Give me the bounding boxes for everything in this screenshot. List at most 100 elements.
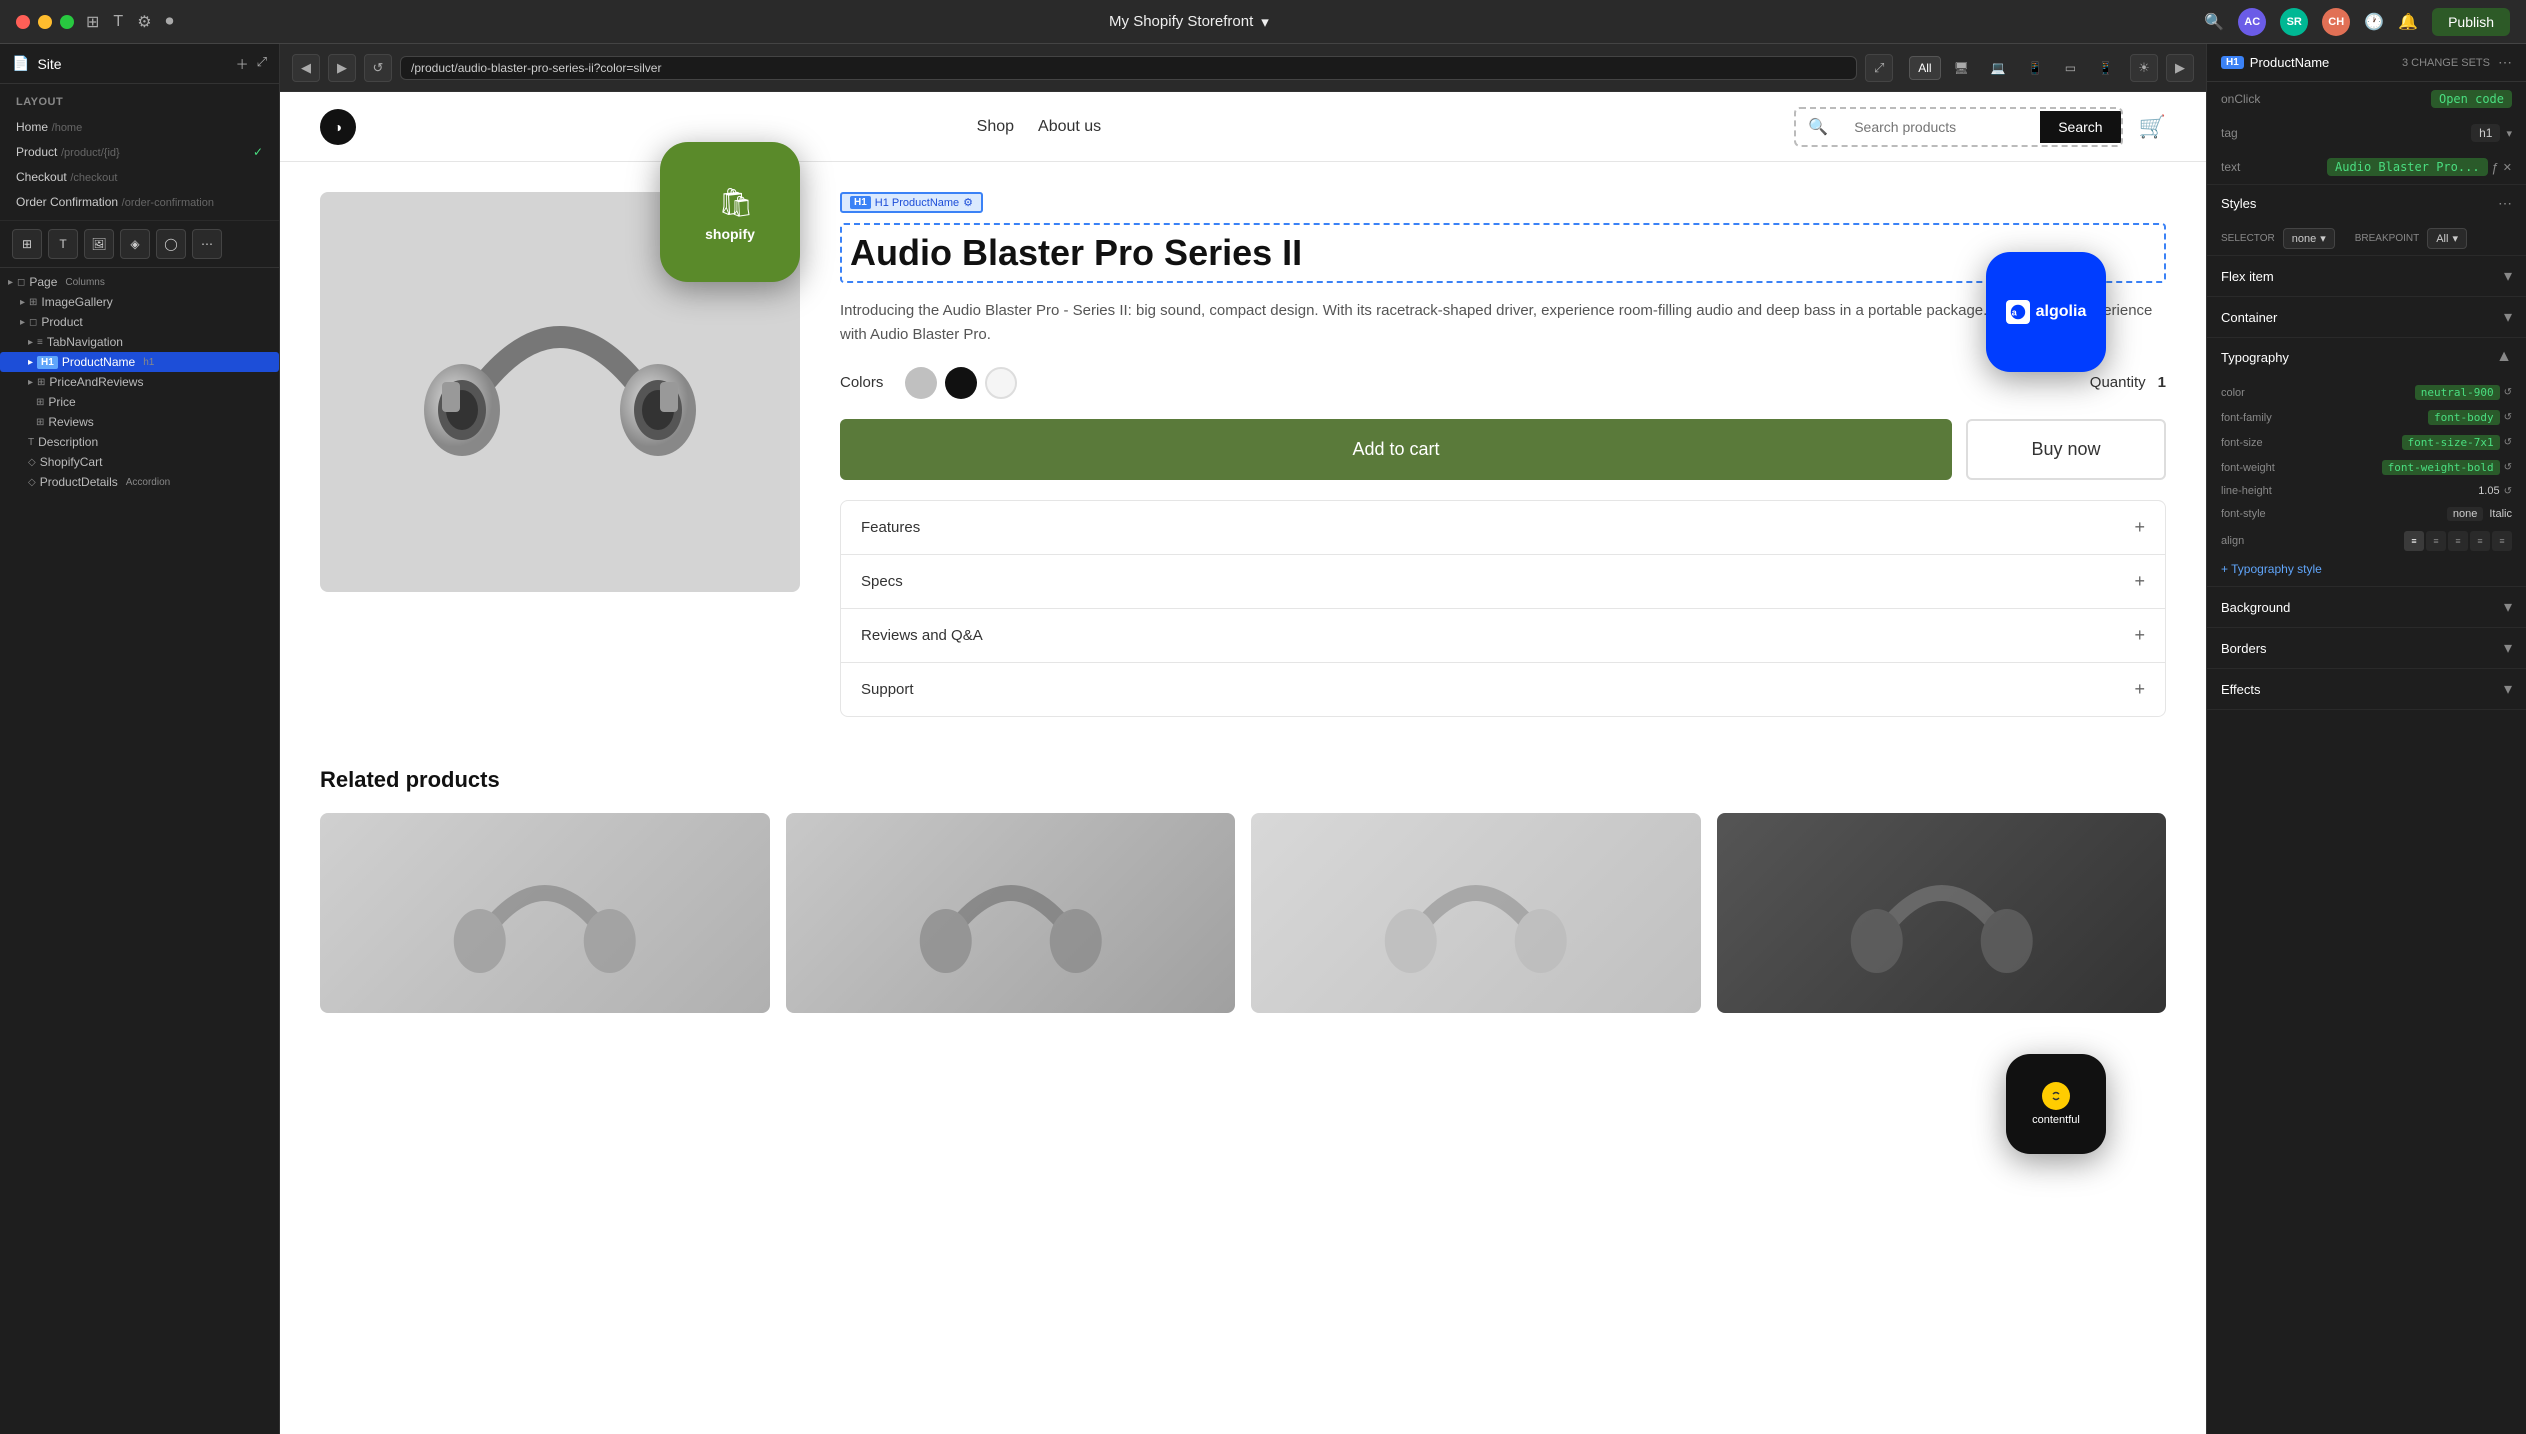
align-justify-button[interactable]: ≡	[2470, 531, 2490, 551]
tree-price[interactable]: ⊞ Price	[0, 392, 279, 412]
align-left-button[interactable]: ≡	[2404, 531, 2424, 551]
record-icon[interactable]: ⏺	[166, 13, 174, 31]
add-to-cart-button[interactable]: Add to cart	[840, 419, 1952, 480]
reset-font-weight-icon[interactable]: ↺	[2504, 462, 2512, 473]
tree-product-name[interactable]: ▸ H1 ProductName h1	[0, 352, 279, 372]
color-value[interactable]: neutral-900	[2415, 385, 2500, 400]
tree-product-details[interactable]: ◇ ProductDetails Accordion	[0, 472, 279, 492]
font-family-value[interactable]: font-body	[2428, 410, 2500, 425]
related-card-4[interactable]	[1717, 813, 2167, 1013]
url-bar[interactable]: /product/audio-blaster-pro-series-ii?col…	[400, 56, 1857, 80]
tool-shapes[interactable]: ◯	[156, 229, 186, 259]
styles-header[interactable]: Styles ⋯	[2207, 185, 2526, 222]
tree-reviews[interactable]: ⊞ Reviews	[0, 412, 279, 432]
view-mobile-button[interactable]: 📱	[2089, 56, 2122, 80]
bell-icon[interactable]: 🔔	[2398, 12, 2418, 32]
nav-home[interactable]: Home /home	[0, 114, 279, 139]
reset-color-icon[interactable]: ↺	[2504, 387, 2512, 398]
close-button[interactable]	[16, 15, 30, 29]
font-style-italic[interactable]: Italic	[2489, 508, 2512, 520]
related-card-1[interactable]	[320, 813, 770, 1013]
accordion-features[interactable]: Features +	[841, 501, 2165, 555]
background-section[interactable]: Background ▾	[2207, 587, 2526, 628]
cart-icon[interactable]: 🛒	[2139, 114, 2166, 140]
container-section[interactable]: Container ▾	[2207, 297, 2526, 338]
reset-font-family-icon[interactable]: ↺	[2504, 412, 2512, 423]
nav-about[interactable]: About us	[1038, 118, 1101, 136]
tool-component[interactable]: ◈	[120, 229, 150, 259]
nav-checkout[interactable]: Checkout /checkout	[0, 164, 279, 189]
avatar-ac[interactable]: AC	[2238, 8, 2266, 36]
settings-icon[interactable]: ⚙	[137, 12, 151, 32]
styles-menu-icon[interactable]: ⋯	[2498, 195, 2512, 212]
font-weight-value[interactable]: font-weight-bold	[2382, 460, 2500, 475]
accordion-reviews[interactable]: Reviews and Q&A +	[841, 609, 2165, 663]
breakpoint-dropdown[interactable]: All ▾	[2427, 228, 2467, 249]
forward-button[interactable]: ▶	[328, 54, 356, 82]
flex-item-section[interactable]: Flex item ▾	[2207, 256, 2526, 297]
search-button[interactable]: Search	[2040, 111, 2120, 143]
publish-button[interactable]: Publish	[2432, 8, 2510, 36]
swatch-silver[interactable]	[905, 367, 937, 399]
settings-icon[interactable]: ⚙	[963, 196, 973, 209]
dropdown-icon[interactable]: ▾	[1261, 13, 1269, 31]
nav-shop[interactable]: Shop	[977, 118, 1014, 136]
tree-shopify-cart[interactable]: ◇ ShopifyCart	[0, 452, 279, 472]
accordion-specs[interactable]: Specs +	[841, 555, 2165, 609]
typography-header[interactable]: Typography ▲	[2207, 338, 2526, 376]
view-all-button[interactable]: All	[1909, 56, 1940, 80]
add-icon[interactable]: ＋	[236, 54, 249, 73]
align-right-button[interactable]: ≡	[2448, 531, 2468, 551]
reload-button[interactable]: ↺	[364, 54, 392, 82]
borders-section[interactable]: Borders ▾	[2207, 628, 2526, 669]
view-tablet-button[interactable]: 📱	[2019, 56, 2052, 80]
text-value[interactable]: Audio Blaster Pro...	[2327, 158, 2488, 176]
back-button[interactable]: ◀	[292, 54, 320, 82]
accordion-support[interactable]: Support +	[841, 663, 2165, 716]
tag-value[interactable]: h1	[2471, 124, 2500, 142]
search-icon[interactable]: 🔍	[2204, 12, 2224, 32]
tree-product[interactable]: ▸ ◻ Product	[0, 312, 279, 332]
selector-dropdown[interactable]: none ▾	[2283, 228, 2335, 249]
tree-image-gallery[interactable]: ▸ ⊞ ImageGallery	[0, 292, 279, 312]
swatch-black[interactable]	[945, 367, 977, 399]
font-style-none[interactable]: none	[2447, 507, 2483, 521]
tool-image[interactable]: 🖼	[84, 229, 114, 259]
panel-menu-icon[interactable]: ⋯	[2498, 54, 2512, 71]
swatch-white[interactable]	[985, 367, 1017, 399]
effects-section[interactable]: Effects ▾	[2207, 669, 2526, 710]
related-card-2[interactable]	[786, 813, 1236, 1013]
onclick-value[interactable]: Open code	[2431, 90, 2512, 108]
avatar-ch[interactable]: CH	[2322, 8, 2350, 36]
reset-font-size-icon[interactable]: ↺	[2504, 437, 2512, 448]
quantity-value[interactable]: 1	[2158, 374, 2166, 391]
line-height-value[interactable]: 1.05	[2478, 485, 2499, 497]
tree-price-and-reviews[interactable]: ▸ ⊞ PriceAndReviews	[0, 372, 279, 392]
font-size-value[interactable]: font-size-7x1	[2402, 435, 2500, 450]
tool-more[interactable]: ⋯	[192, 229, 222, 259]
theme-toggle[interactable]: ☀	[2130, 54, 2158, 82]
search-input[interactable]	[1840, 111, 2040, 143]
text-icon[interactable]: T	[113, 13, 123, 31]
buy-now-button[interactable]: Buy now	[1966, 419, 2166, 480]
related-card-3[interactable]	[1251, 813, 1701, 1013]
view-small-tablet-button[interactable]: ▭	[2056, 56, 2085, 80]
avatar-sr[interactable]: SR	[2280, 8, 2308, 36]
grid-icon[interactable]: ⊞	[86, 12, 99, 32]
preview-play[interactable]: ▶	[2166, 54, 2194, 82]
add-typography-style-button[interactable]: + Typography style	[2207, 556, 2526, 582]
nav-product[interactable]: Product /product/{id} ✓	[0, 139, 279, 164]
nav-order-confirmation[interactable]: Order Confirmation /order-confirmation	[0, 189, 279, 214]
history-icon[interactable]: 🕐	[2364, 12, 2384, 32]
tool-grid[interactable]: ⊞	[12, 229, 42, 259]
function-icon[interactable]: ƒ	[2492, 160, 2499, 175]
maximize-button[interactable]	[60, 15, 74, 29]
expand-icon[interactable]: ⤢	[257, 54, 267, 73]
reset-line-height-icon[interactable]: ↺	[2504, 486, 2512, 497]
tree-page[interactable]: ▸ ◻ Page Columns	[0, 272, 279, 292]
nav-more[interactable]: More ▾	[1125, 117, 1173, 137]
minimize-button[interactable]	[38, 15, 52, 29]
view-laptop-button[interactable]: 💻	[1982, 56, 2015, 80]
tree-tab-navigation[interactable]: ▸ ≡ TabNavigation	[0, 332, 279, 352]
external-link-button[interactable]: ⤢	[1865, 54, 1893, 82]
